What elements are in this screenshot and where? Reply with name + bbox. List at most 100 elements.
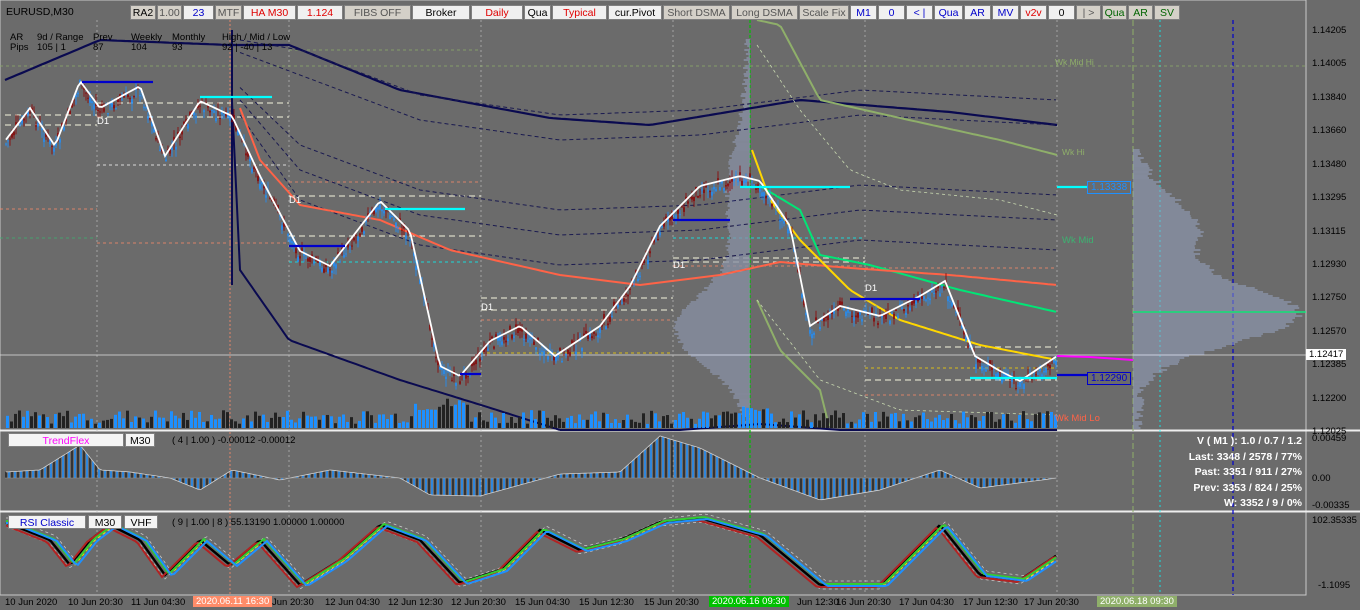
toolbar-button-15[interactable]: M1 [850,5,877,20]
volume-bar [1046,411,1049,428]
trendflex-tf[interactable]: M30 [125,433,155,447]
stats-line-2: Last: 3348 / 2578 / 77% [1189,450,1302,466]
toolbar-button-13[interactable]: Long DSMA [731,5,798,20]
time-tick: Jun 12:30 [797,597,839,608]
toolbar-button-2[interactable]: 23 [183,5,214,20]
volume-bar [478,412,481,428]
volume-bar [798,414,801,428]
candle-body [363,231,365,234]
toolbar-button-16[interactable]: 0 [878,5,905,20]
toolbar-button-6[interactable]: FIBS OFF [344,5,411,20]
stats-line-4: Prev: 3353 / 824 / 25% [1189,481,1302,497]
toolbar-button-22[interactable]: 0 [1048,5,1075,20]
candle-body [607,323,609,325]
candle-body [199,106,201,107]
toolbar-button-17[interactable]: < | [906,5,933,20]
candle-body [259,184,261,189]
candle-body [127,95,129,97]
price-tick: 1.13840 [1312,92,1346,103]
toolbar-button-0[interactable]: RA2 [130,5,156,20]
volume-bar [386,419,389,428]
volume-bar [406,422,409,428]
candle-body [567,350,569,354]
rsi-name[interactable]: RSI Classic [8,515,86,529]
toolbar-button-1[interactable]: 1.00 [157,5,182,20]
candle-body [415,266,417,270]
toolbar-button-25[interactable]: AR [1128,5,1153,20]
volume-bar [990,412,993,428]
candle-body [927,298,929,299]
candle-body [249,159,251,162]
toolbar-button-4[interactable]: HA M30 [243,5,296,20]
candle-body [501,341,503,344]
time-tick: 17 Jun 12:30 [963,597,1018,608]
volume-bar [630,420,633,428]
toolbar-button-7[interactable]: Broker [412,5,470,20]
volume-bar [978,421,981,428]
volume-bar [1026,419,1029,428]
toolbar-button-14[interactable]: Scale Fix [799,5,849,20]
price-tick: 1.14005 [1312,58,1346,69]
rsi-extra[interactable]: VHF [124,515,158,529]
volume-bar [710,418,713,428]
toolbar-button-23[interactable]: | > [1076,5,1101,20]
candle-body [559,348,561,351]
volume-bar [274,413,277,428]
candle-body [13,132,15,135]
candle-body [801,294,803,298]
candle-body [871,308,873,313]
current-price-tag: 1.12417 [1306,349,1346,360]
price-tick: 1.14205 [1312,25,1346,36]
toolbar-button-12[interactable]: Short DSMA [663,5,730,20]
volume-bar [82,414,85,428]
toolbar-button-8[interactable]: Daily [471,5,523,20]
toolbar-button-18[interactable]: Qua [934,5,963,20]
range-monthly-val: 93 [172,42,183,53]
candle-body [901,308,903,310]
d1-label-5: D1 [865,283,877,294]
toolbar-button-24[interactable]: Qua [1102,5,1127,20]
toolbar-button-19[interactable]: AR [964,5,991,20]
toolbar-button-21[interactable]: v2v [1020,5,1047,20]
toolbar-button-11[interactable]: cur.Pivot [608,5,662,20]
toolbar-button-5[interactable]: 1.124 [297,5,343,20]
volume-bar [958,424,961,428]
toolbar-button-9[interactable]: Qua [524,5,551,20]
candle-body [553,357,555,361]
volume-bar [538,410,541,428]
candle-body [107,113,109,114]
volume-bar [882,412,885,428]
volume-bar [214,419,217,428]
candle-body [629,289,631,290]
volume-bar [282,417,285,428]
candle-body [587,335,589,339]
volume-bar [62,416,65,428]
volume-bar [78,414,81,428]
candle-body [1025,380,1027,381]
toolbar-button-3[interactable]: MTF [215,5,242,20]
volume-bar [738,413,741,428]
candle-body [51,146,53,147]
candle-body [933,293,935,294]
volume-bar [366,411,369,428]
toolbar-button-26[interactable]: SV [1154,5,1180,20]
candle-body [845,312,847,317]
volume-bar [246,415,249,428]
volume-bar [718,415,721,428]
wk-mid-lo-label: Wk Mid Lo [1055,413,1100,424]
trendflex-name[interactable]: TrendFlex [8,433,124,447]
volume-bar [1022,411,1025,428]
toolbar-button-20[interactable]: MV [992,5,1019,20]
toolbar-button-10[interactable]: Typical [552,5,607,20]
volume-bar [38,416,41,428]
candle-body [1045,368,1047,373]
rsi-tf[interactable]: M30 [88,515,122,529]
candle-body [451,380,453,381]
d1-label-2: D1 [289,195,301,206]
candle-body [245,153,247,155]
time-tick: 10 Jun 20:30 [68,597,123,608]
price-tick: 1.12385 [1312,359,1346,370]
candle-body [879,313,881,314]
candle-body [511,335,513,339]
volume-bar [242,419,245,428]
